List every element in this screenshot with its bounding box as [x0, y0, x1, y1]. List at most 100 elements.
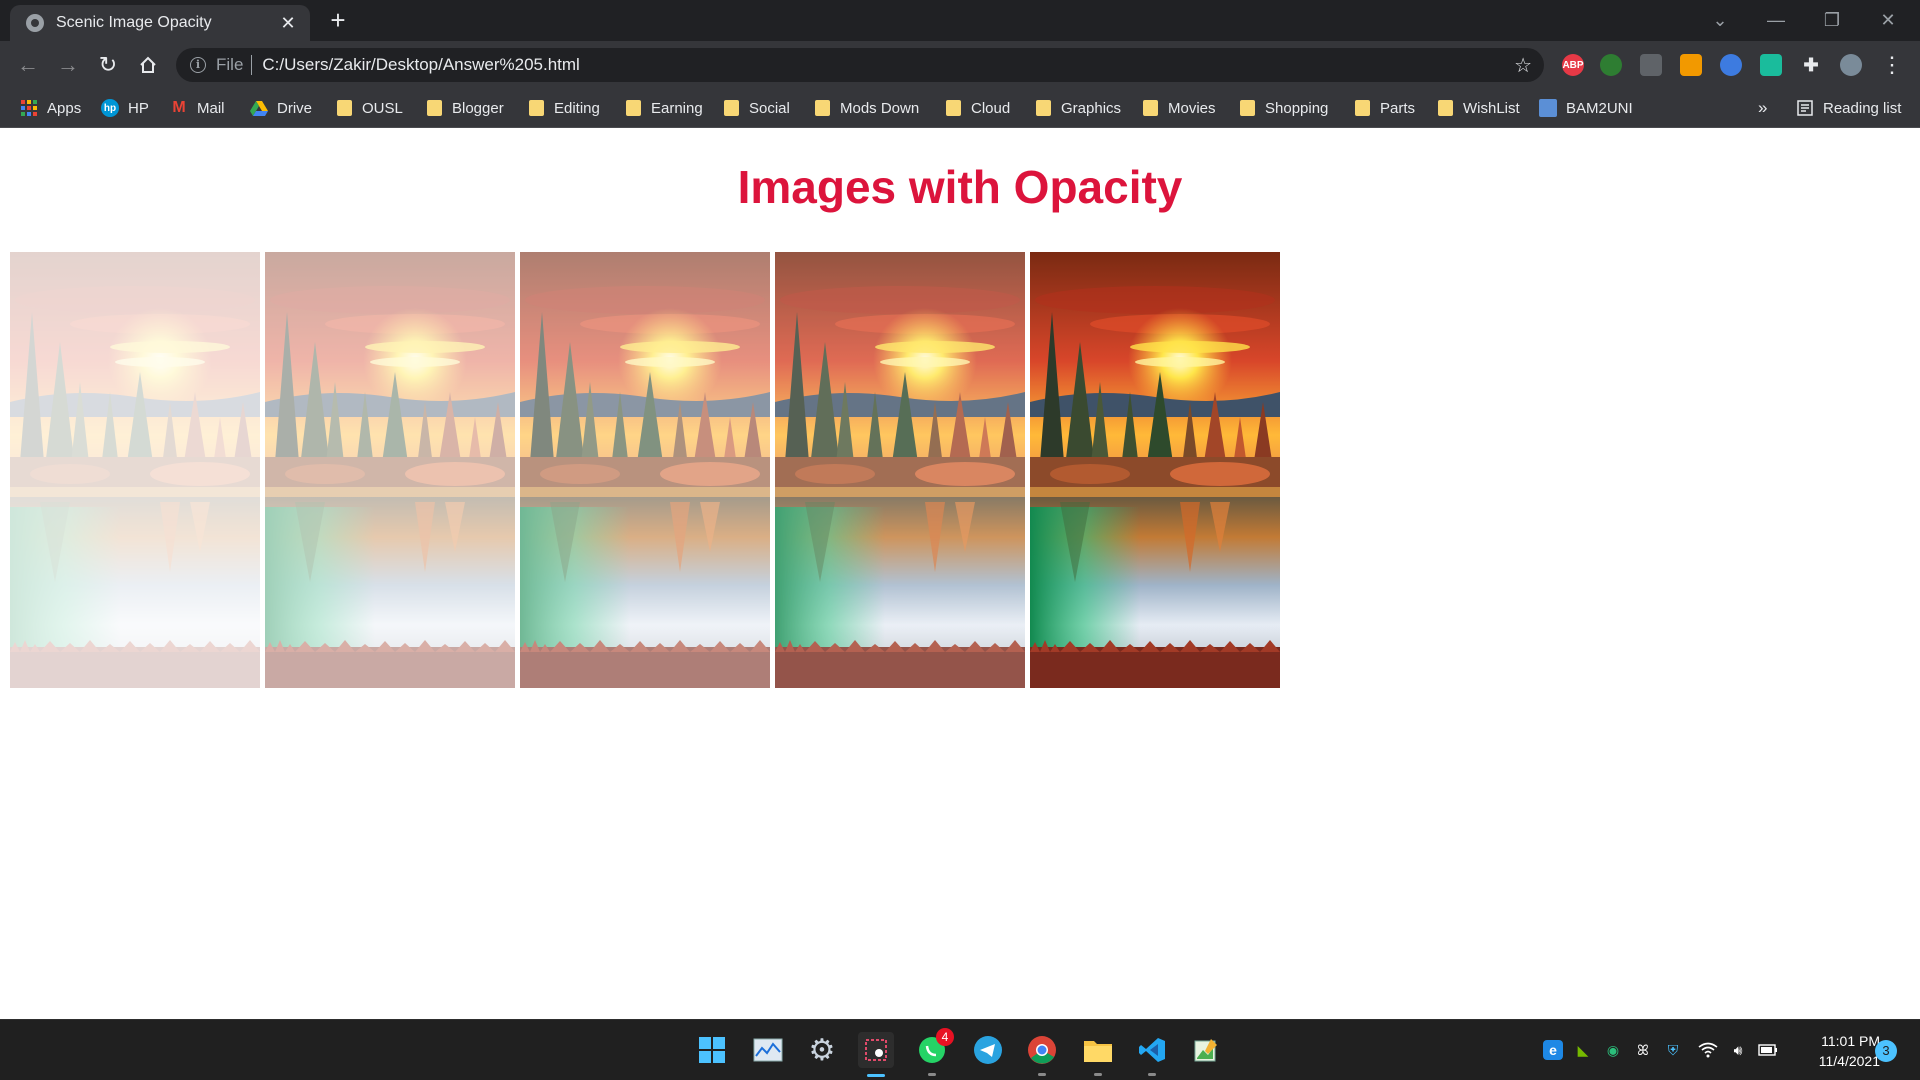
bookmark-mail[interactable]: M Mail [170, 89, 225, 127]
whatsapp-app[interactable]: 4 [914, 1028, 954, 1076]
browser-toolbar: ← → ↻ i File C:/Users/Zakir/Desktop/Answ… [0, 41, 1920, 89]
windows-taskbar: ⚙ 4 e ◣ ◉ ꕤ ⛨ 🔊︎ 11:01 PM 11/4/2021 3 [0, 1019, 1920, 1080]
address-url[interactable]: C:/Users/Zakir/Desktop/Answer%205.html [262, 55, 579, 75]
bookmark-bam2uni[interactable]: BAM2UNI [1539, 89, 1633, 127]
nvidia-icon[interactable]: ◣ [1573, 1040, 1593, 1060]
menu-kebab-icon[interactable]: ⋮ [1876, 49, 1908, 81]
bookmark-label: Mail [197, 99, 225, 117]
pdf-extension-icon[interactable] [1640, 54, 1662, 76]
file-explorer-app[interactable] [1080, 1032, 1116, 1076]
task-manager-app[interactable] [750, 1032, 786, 1068]
bookmark-social[interactable]: Social [724, 89, 790, 127]
telegram-app[interactable] [970, 1032, 1006, 1068]
reading-list-button[interactable]: Reading list [1796, 89, 1901, 127]
wifi-icon[interactable] [1698, 1040, 1718, 1060]
scenic-image-3 [520, 252, 770, 688]
settings-app[interactable]: ⚙ [804, 1032, 840, 1068]
camera-extension-icon[interactable] [1600, 54, 1622, 76]
address-scheme: File [216, 55, 244, 74]
bookmark-drive[interactable]: Drive [250, 89, 312, 127]
bookmark-blogger[interactable]: Blogger [427, 89, 504, 127]
folder-icon [1084, 1041, 1112, 1062]
tab-search-icon[interactable]: ⌄ [1692, 0, 1748, 41]
bookmark-ousl[interactable]: OUSL [337, 89, 403, 127]
bookmark-label: Editing [554, 99, 600, 117]
monitor-graph-icon [753, 1038, 783, 1062]
tray-app-icon[interactable]: ꕤ [1633, 1040, 1653, 1060]
bookmarks-bar: Apps hp HP M Mail Drive OUSL Blogger Edi… [0, 89, 1920, 128]
adblock-extension-icon[interactable]: ABP [1562, 54, 1584, 76]
scenic-image-4 [775, 252, 1025, 688]
bookmark-movies[interactable]: Movies [1143, 89, 1216, 127]
bookmark-cloud[interactable]: Cloud [946, 89, 1010, 127]
close-tab-icon[interactable]: ✕ [278, 13, 298, 34]
bookmark-label: Mods Down [840, 99, 920, 117]
running-indicator [1148, 1073, 1156, 1076]
home-button[interactable] [132, 49, 164, 81]
scenic-image-5 [1030, 252, 1280, 688]
mail-extension-icon[interactable] [1680, 54, 1702, 76]
clock-date: 11/4/2021 [1818, 1053, 1880, 1069]
snipping-tool-app[interactable] [858, 1032, 894, 1077]
bookmark-label: Apps [47, 99, 82, 117]
security-shield-icon[interactable]: ⛨ [1663, 1040, 1683, 1060]
bookmark-graphics[interactable]: Graphics [1036, 89, 1121, 127]
puzzle-icon[interactable]: ✚ [1800, 54, 1822, 76]
bookmark-earning[interactable]: Earning [626, 89, 703, 127]
tray-e-icon[interactable]: e [1543, 1040, 1563, 1060]
bookmarks-overflow-button[interactable]: » [1758, 89, 1767, 127]
vscode-app[interactable] [1134, 1032, 1170, 1076]
folder-icon [1355, 100, 1370, 116]
whatsapp-badge: 4 [936, 1028, 954, 1046]
bookmark-apps[interactable]: Apps [20, 89, 81, 127]
tab-title: Scenic Image Opacity [56, 14, 212, 31]
system-clock[interactable]: 11:01 PM 11/4/2021 [1790, 1031, 1880, 1071]
minimize-button[interactable]: — [1748, 0, 1804, 41]
bookmark-mods-down[interactable]: Mods Down [815, 89, 919, 127]
start-button[interactable] [694, 1032, 730, 1068]
chrome-app[interactable] [1024, 1032, 1060, 1076]
stripes-extension-icon[interactable] [1760, 54, 1782, 76]
scissors-icon [865, 1039, 887, 1061]
bookmark-label: Graphics [1061, 99, 1122, 117]
new-tab-button[interactable]: + [325, 7, 351, 34]
bookmark-star-icon[interactable]: ☆ [1514, 53, 1532, 78]
battery-icon[interactable] [1758, 1040, 1778, 1060]
hp-logo-icon: hp [101, 99, 119, 117]
reload-button[interactable]: ↻ [92, 49, 124, 81]
forward-button[interactable]: → [52, 49, 84, 81]
restore-button[interactable]: ❐ [1804, 0, 1860, 41]
bookmark-editing[interactable]: Editing [529, 89, 600, 127]
bookmark-parts[interactable]: Parts [1355, 89, 1415, 127]
close-window-button[interactable]: ✕ [1860, 0, 1916, 41]
bookmark-label: Parts [1380, 99, 1416, 117]
folder-icon [1438, 100, 1453, 116]
folder-icon [724, 100, 739, 116]
running-indicator [1038, 1073, 1046, 1076]
bookmark-wishlist[interactable]: WishList [1438, 89, 1520, 127]
bookmark-label: Earning [651, 99, 703, 117]
bookmark-label: Drive [277, 99, 313, 117]
address-bar[interactable]: i File C:/Users/Zakir/Desktop/Answer%205… [176, 48, 1544, 82]
bookmark-hp[interactable]: hp HP [101, 89, 149, 127]
bookmark-label: Shopping [1265, 99, 1329, 117]
back-button[interactable]: ← [12, 49, 44, 81]
folder-icon [1240, 100, 1255, 116]
volume-icon[interactable]: 🔊︎ [1728, 1040, 1748, 1060]
scenic-image-2 [265, 252, 515, 688]
paint-app[interactable] [1188, 1032, 1224, 1068]
tab-active[interactable]: Scenic Image Opacity ✕ [10, 5, 310, 41]
bookmark-label: OUSL [362, 99, 403, 117]
folder-icon [337, 100, 352, 116]
bookmark-shopping[interactable]: Shopping [1240, 89, 1328, 127]
paint-icon [1194, 1039, 1217, 1062]
eyes-extension-icon[interactable] [1720, 54, 1742, 76]
folder-icon [946, 100, 961, 116]
profile-avatar[interactable] [1840, 54, 1862, 76]
bookmark-label: Blogger [452, 99, 504, 117]
tray-sync-icon[interactable]: ◉ [1603, 1040, 1623, 1060]
folder-icon [1143, 100, 1158, 116]
info-icon[interactable]: i [190, 57, 206, 73]
bookmark-label: Cloud [971, 99, 1011, 117]
notification-badge[interactable]: 3 [1875, 1040, 1897, 1062]
